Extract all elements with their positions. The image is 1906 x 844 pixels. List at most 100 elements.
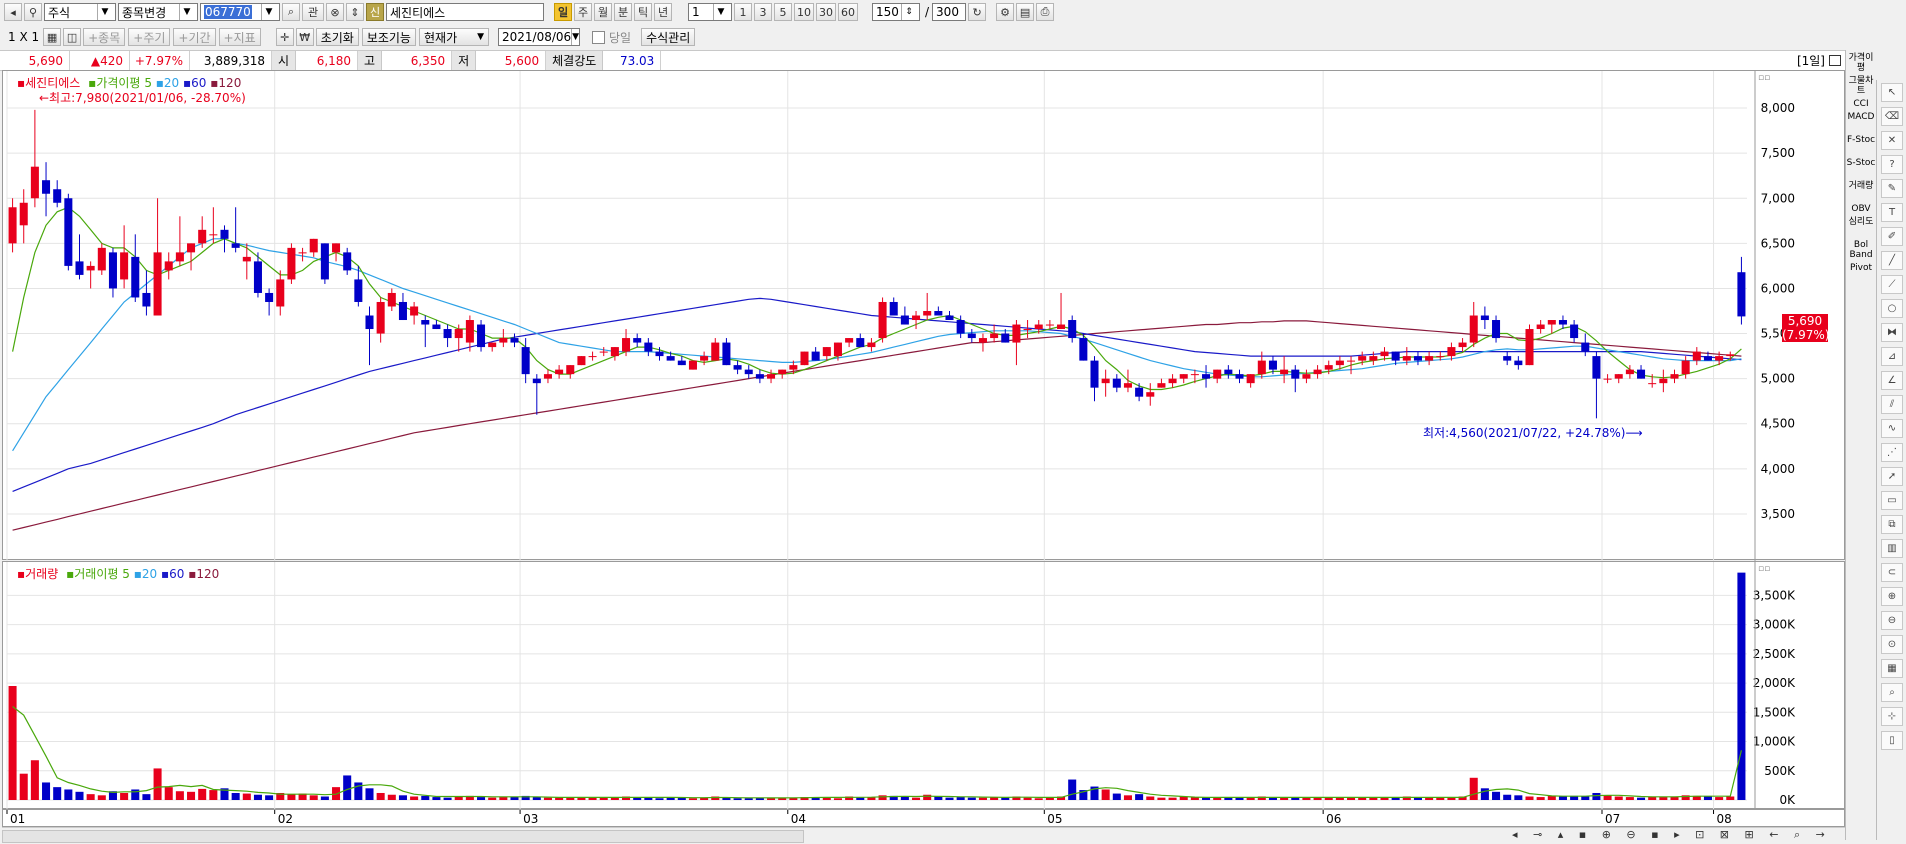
- search-tool-icon[interactable]: ⌕: [1881, 683, 1903, 702]
- tab-add-stock[interactable]: +종목: [83, 28, 126, 46]
- indicator-pivot[interactable]: Pivot: [1846, 263, 1876, 273]
- rectangle-icon[interactable]: ▭: [1881, 491, 1903, 510]
- horizontal-scrollbar[interactable]: [2, 830, 804, 843]
- y-tick-label: 4,500: [1761, 417, 1795, 431]
- zoom-out-icon[interactable]: ⊖: [1881, 611, 1903, 630]
- stock-code-input[interactable]: 067770 ▼: [200, 3, 280, 21]
- interval-60-button[interactable]: 60: [838, 3, 858, 21]
- screen-icon[interactable]: ▤: [1016, 3, 1035, 21]
- target-icon[interactable]: ⊙: [1881, 635, 1903, 654]
- arrow-tool-icon[interactable]: ➚: [1881, 467, 1903, 486]
- cursor-icon[interactable]: ↖: [1881, 83, 1903, 102]
- trend-line-icon[interactable]: ╱: [1881, 251, 1903, 270]
- grid-icon[interactable]: ▦: [43, 28, 62, 46]
- apply-count-icon[interactable]: ↻: [968, 3, 987, 21]
- magnet-icon[interactable]: ⊂: [1881, 563, 1903, 582]
- delete-icon[interactable]: ✕: [1881, 131, 1903, 150]
- indicator-cci[interactable]: CCI: [1846, 99, 1876, 109]
- indicator-volume[interactable]: 거래량: [1846, 181, 1876, 201]
- print-icon[interactable]: ⎙: [1036, 3, 1055, 21]
- price-chart[interactable]: 3,5004,0004,5005,0005,5006,0006,5007,000…: [3, 71, 1846, 561]
- page-icon[interactable]: ▯: [1881, 731, 1903, 750]
- related-button[interactable]: 관: [302, 3, 324, 21]
- tab-add-indicator[interactable]: +지표: [218, 28, 261, 46]
- period-tick-button[interactable]: 틱: [634, 3, 652, 21]
- view-count-stepper[interactable]: 150 ⇕: [872, 3, 920, 21]
- candle-body: [432, 324, 441, 330]
- market-select[interactable]: 주식 ▼: [44, 3, 116, 21]
- fibonacci-icon[interactable]: ⧓: [1881, 323, 1903, 342]
- eraser-icon[interactable]: ⌫: [1881, 107, 1903, 126]
- channel-icon[interactable]: ⫽: [1881, 395, 1903, 414]
- date-select[interactable]: 2021/08/06 ▼: [497, 28, 580, 46]
- brush-icon[interactable]: ✎: [1881, 179, 1903, 198]
- indicator-price-ma[interactable]: 가격이평: [1846, 53, 1876, 73]
- indicator-macd[interactable]: MACD: [1846, 112, 1876, 132]
- history-icon[interactable]: ⊗: [326, 3, 344, 21]
- price-mode-select[interactable]: 현재가 ▼: [418, 28, 489, 46]
- interval-1-button[interactable]: 1: [734, 3, 752, 21]
- candle-body: [242, 256, 251, 262]
- tab-add-period[interactable]: +주기: [128, 28, 171, 46]
- interval-select[interactable]: 1 ▼: [688, 3, 732, 21]
- search-icon[interactable]: ⌕: [282, 3, 300, 21]
- prev-arrow-icon[interactable]: ◂: [4, 3, 22, 21]
- formula-manage-button[interactable]: 수식관리: [641, 28, 696, 46]
- aux-function-button[interactable]: 보조기능: [361, 28, 416, 46]
- currency-icon[interactable]: ₩: [295, 28, 314, 46]
- volume-bar: [1737, 572, 1746, 800]
- price-tag-pct: (7.97%): [1782, 328, 1830, 342]
- total-count-field[interactable]: 300: [932, 3, 967, 21]
- maximize-icon[interactable]: [1829, 55, 1841, 66]
- indicator-bol-band[interactable]: Bol Band: [1846, 240, 1876, 260]
- min-price-text: 최저:4,560(2021/07/22, +24.78%): [1423, 426, 1626, 440]
- angle-icon[interactable]: ∠: [1881, 371, 1903, 390]
- volume-chart[interactable]: 0K 500K 1,000K 1,500K 2,000K 2,500K 3,000K 3,50…: [3, 562, 1846, 810]
- layout-label[interactable]: 1 X 1: [8, 30, 39, 44]
- stock-name-field[interactable]: 세진티에스: [386, 3, 544, 21]
- period-month-button[interactable]: 월: [594, 3, 612, 21]
- zoom-controls[interactable]: ◂ ⊸ ▴ ▪ ⊕ ⊖ ▪ ▸ ⊡ ⊠ ⊞ ← ⌕ →: [1512, 828, 1831, 842]
- grid-tool-icon[interactable]: ▦: [1881, 659, 1903, 678]
- help-icon[interactable]: ?: [1881, 155, 1903, 174]
- candle-body: [1692, 351, 1701, 361]
- chart-icon[interactable]: ▥: [1881, 539, 1903, 558]
- interval-30-button[interactable]: 30: [816, 3, 836, 21]
- spin-icon: ⇕: [901, 4, 916, 20]
- text-icon[interactable]: T: [1881, 203, 1903, 222]
- panel-close-icon[interactable]: ▫▫: [1758, 73, 1770, 83]
- copy-icon[interactable]: ⧉: [1881, 515, 1903, 534]
- period-minute-button[interactable]: 분: [614, 3, 632, 21]
- lock-icon[interactable]: ⚲: [24, 3, 42, 21]
- auto-line-icon[interactable]: ⋰: [1881, 443, 1903, 462]
- interval-10-button[interactable]: 10: [794, 3, 814, 21]
- stock-change-select[interactable]: 종목변경 ▼: [118, 3, 198, 21]
- crosshair-icon[interactable]: ✛: [275, 28, 294, 46]
- candle-body: [454, 329, 463, 339]
- interval-5-button[interactable]: 5: [774, 3, 792, 21]
- crosshair-tool-icon[interactable]: ⊹: [1881, 707, 1903, 726]
- reset-button[interactable]: 초기화: [315, 28, 359, 46]
- zoom-in-icon[interactable]: ⊕: [1881, 587, 1903, 606]
- indicator-psychology[interactable]: 심리도: [1846, 217, 1876, 237]
- indicator-s-stoc[interactable]: S-Stoc: [1846, 158, 1876, 178]
- tab-add-range[interactable]: +기간: [173, 28, 216, 46]
- gann-icon[interactable]: ⊿: [1881, 347, 1903, 366]
- indicator-obv[interactable]: OBV: [1846, 204, 1876, 214]
- same-day-checkbox[interactable]: [591, 30, 605, 44]
- indicator-net-chart[interactable]: 그물차트: [1846, 76, 1876, 96]
- circle-icon[interactable]: ○: [1881, 299, 1903, 318]
- line-tool-icon[interactable]: ⟋: [1881, 275, 1903, 294]
- pen-icon[interactable]: ✐: [1881, 227, 1903, 246]
- wave-icon[interactable]: ∿: [1881, 419, 1903, 438]
- indicator-f-stoc[interactable]: F-Stoc: [1846, 135, 1876, 155]
- period-year-button[interactable]: 년: [654, 3, 672, 21]
- up-down-icon[interactable]: ⇕: [346, 3, 364, 21]
- period-tag[interactable]: [1일]: [1797, 52, 1829, 69]
- settings-icon[interactable]: ⚙: [996, 3, 1015, 21]
- period-day-button[interactable]: 일: [554, 3, 572, 21]
- split-icon[interactable]: ◫: [63, 28, 82, 46]
- period-week-button[interactable]: 주: [574, 3, 592, 21]
- interval-3-button[interactable]: 3: [754, 3, 772, 21]
- panel-close-icon[interactable]: ▫▫: [1758, 564, 1770, 574]
